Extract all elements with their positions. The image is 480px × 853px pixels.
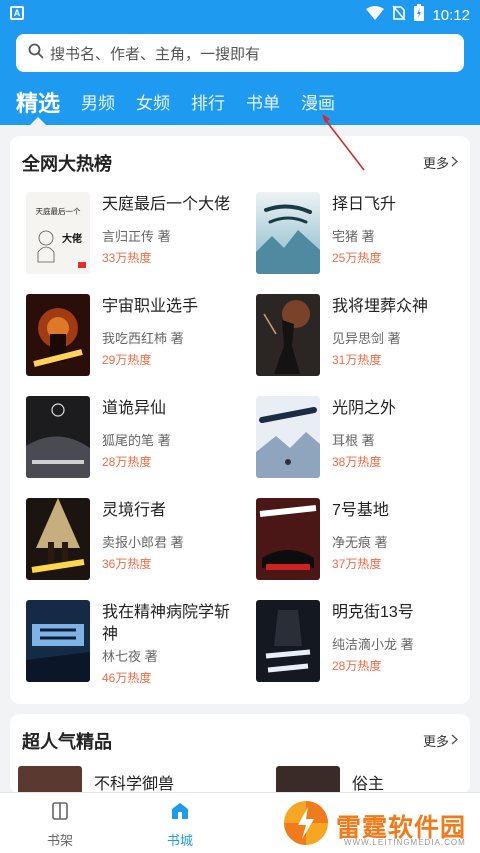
nav-label: 书城 [166, 833, 193, 848]
book-item[interactable]: 7号基地 净无痕 著 37万热度 [256, 498, 476, 580]
book-item[interactable]: 光阴之外 耳根 著 38万热度 [256, 396, 476, 478]
watermark: 雷霆软件园 WWW.LEITINGMEDIA.COM [282, 798, 480, 853]
book-item[interactable]: 道诡异仙 狐尾的笔 著 28万热度 [26, 396, 246, 478]
wifi-icon [366, 5, 385, 25]
book-title: 灵境行者 [102, 502, 167, 519]
channel-tabs: 精选 男频 女频 排行 书单 漫画 [16, 88, 356, 116]
annotation-arrow-icon [322, 114, 365, 171]
nav-label: 书架 [46, 833, 73, 848]
search-bar[interactable]: 搜书名、作者、主角，一搜即有 [16, 34, 464, 72]
book-author: 耳根 著 [332, 433, 375, 448]
book-heat: 25万热度 [332, 251, 382, 265]
watermark-url: WWW.LEITINGMEDIA.COM [344, 838, 466, 847]
svg-text:大佬: 大佬 [62, 232, 82, 245]
tab-female[interactable]: 女频 [136, 92, 170, 116]
book-title: 不科学御兽 [94, 776, 175, 793]
book-item[interactable]: 灵境行者 卖报小郎君 著 36万热度 [26, 498, 246, 580]
book-cover [256, 294, 320, 376]
chevron-right-icon [451, 155, 459, 170]
nav-bookshelf[interactable]: 书架 [30, 801, 90, 849]
book-author: 言归正传 著 [102, 229, 171, 244]
app-notification-icon: A [10, 6, 24, 20]
book-title: 择日飞升 [332, 196, 397, 213]
book-item[interactable]: 宇宙职业选手 我吃西红柿 著 29万热度 [26, 294, 246, 376]
battery-charging-icon [414, 4, 425, 26]
book-item[interactable]: 择日飞升 宅猪 著 25万热度 [256, 192, 476, 274]
book-title: 道诡异仙 [102, 400, 167, 417]
tab-ranking[interactable]: 排行 [191, 92, 225, 116]
book-author: 净无痕 著 [332, 535, 388, 550]
book-item[interactable]: 不科学御兽 [18, 766, 238, 794]
book-author: 纯洁滴小龙 著 [332, 637, 414, 652]
book-author: 狐尾的笔 著 [102, 433, 171, 448]
status-bar: A 10:12 [0, 0, 480, 28]
book-cover [26, 396, 90, 478]
book-author: 我吃西红柿 著 [102, 331, 184, 346]
book-heat: 33万热度 [102, 251, 152, 265]
more-link[interactable]: 更多 [422, 731, 459, 750]
search-icon [28, 43, 44, 64]
bookshelf-icon [50, 802, 70, 824]
header: A 10:12 搜书名、作者、主角，一搜即有 精选 男频 女频 排行 书单 漫画 [0, 0, 480, 125]
nav-store[interactable]: 书城 [150, 801, 210, 849]
book-title: 7号基地 [332, 502, 389, 519]
book-cover [26, 294, 90, 376]
book-title: 我在精神病院学斩神 [102, 604, 231, 643]
book-heat: 37万热度 [332, 557, 382, 571]
book-item[interactable]: 俗主 [276, 766, 470, 794]
book-heat: 38万热度 [332, 455, 382, 469]
book-author: 见异思剑 著 [332, 331, 401, 346]
book-cover [256, 600, 320, 682]
tab-male[interactable]: 男频 [81, 92, 115, 116]
book-cover [276, 766, 340, 794]
clock: 10:12 [432, 6, 470, 24]
book-author: 宅猪 著 [332, 229, 375, 244]
book-heat: 31万热度 [332, 353, 382, 367]
book-cover [256, 396, 320, 478]
section-title: 超人气精品 [22, 732, 112, 752]
book-title: 俗主 [352, 776, 385, 793]
section-title: 全网大热榜 [22, 154, 112, 174]
book-title: 天庭最后一个大佬 [102, 196, 231, 213]
book-heat: 29万热度 [102, 353, 152, 367]
more-label: 更多 [422, 156, 449, 171]
book-cover [26, 600, 90, 682]
book-author: 卖报小郎君 著 [102, 535, 184, 550]
no-sim-icon [392, 4, 407, 26]
more-link[interactable]: 更多 [422, 153, 459, 172]
tab-booklist[interactable]: 书单 [246, 92, 280, 116]
book-cover [26, 498, 90, 580]
book-cover [256, 192, 320, 274]
book-item[interactable]: 明克街13号 纯洁滴小龙 著 28万热度 [256, 600, 476, 682]
book-cover: 天庭最后一个 大佬 [26, 192, 90, 274]
book-heat: 36万热度 [102, 557, 152, 571]
book-heat: 28万热度 [102, 455, 152, 469]
store-icon [170, 803, 190, 824]
book-item[interactable]: 我在精神病院学斩神 林七夜 著 46万热度 [26, 600, 246, 685]
search-placeholder: 搜书名、作者、主角，一搜即有 [50, 45, 261, 63]
book-cover [256, 498, 320, 580]
book-cover [18, 766, 82, 794]
book-item[interactable]: 我将埋葬众神 见异思剑 著 31万热度 [256, 294, 476, 376]
book-item[interactable]: 天庭最后一个 大佬 天庭最后一个大佬 言归正传 著 33万热度 [26, 192, 246, 274]
book-heat: 28万热度 [332, 659, 382, 673]
book-title: 光阴之外 [332, 400, 397, 417]
tab-featured[interactable]: 精选 [16, 92, 60, 116]
book-title: 宇宙职业选手 [102, 298, 199, 315]
chevron-right-icon [451, 733, 459, 748]
book-title: 明克街13号 [332, 604, 414, 621]
active-tab-indicator [30, 117, 46, 125]
popular-card: 超人气精品 更多 不科学御兽 俗主 [10, 714, 470, 794]
book-title: 我将埋葬众神 [332, 298, 429, 315]
svg-text:天庭最后一个: 天庭最后一个 [36, 206, 81, 216]
book-author: 林七夜 著 [102, 649, 158, 664]
hot-list-card: 全网大热榜 更多 天庭最后一个 大佬 天庭最后一个大佬 言归正传 著 33万热度 [10, 136, 470, 704]
watermark-logo-icon [282, 799, 330, 852]
more-label: 更多 [422, 734, 449, 749]
book-heat: 46万热度 [102, 671, 152, 685]
